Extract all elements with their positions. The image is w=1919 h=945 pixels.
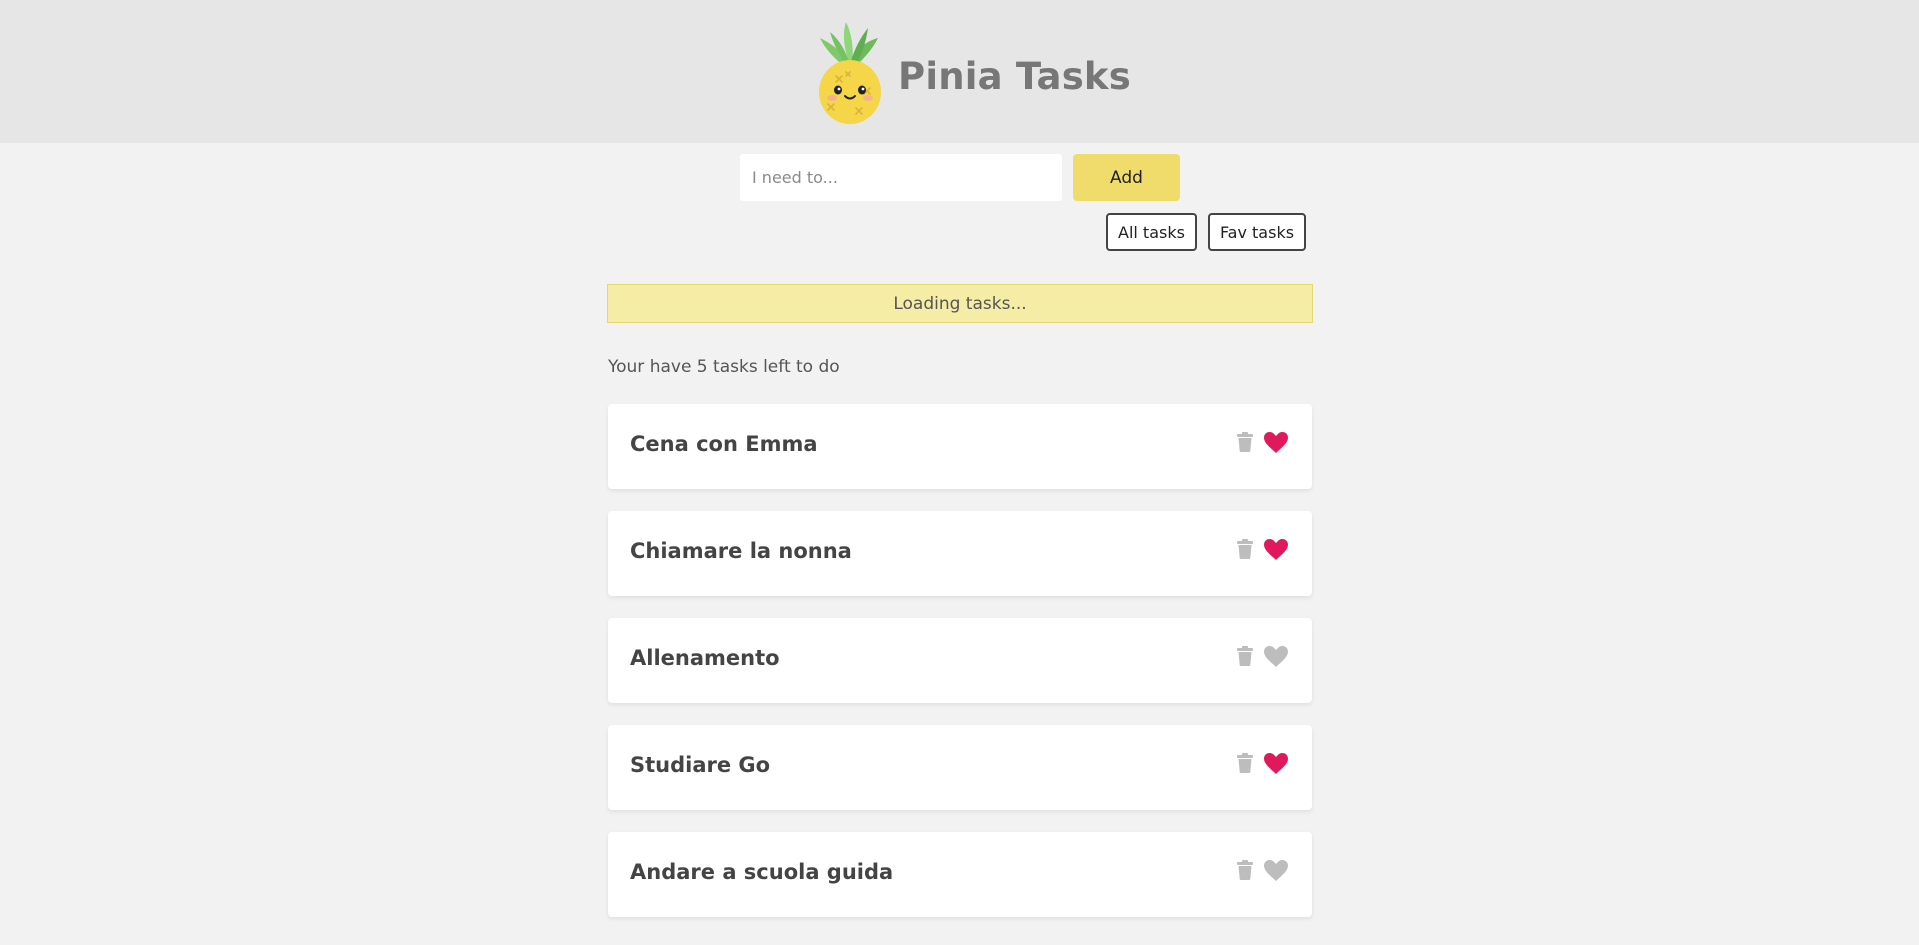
- task-actions: [1231, 430, 1290, 454]
- task-title: Cena con Emma: [630, 432, 818, 456]
- task-title: Andare a scuola guida: [630, 860, 894, 884]
- task-list: Cena con Emma Chiamare la nonna Allename…: [608, 404, 1312, 939]
- task-actions: [1231, 644, 1290, 668]
- loading-banner: Loading tasks...: [607, 284, 1313, 323]
- task-item: Cena con Emma: [608, 404, 1312, 489]
- trash-icon[interactable]: [1231, 858, 1259, 882]
- heart-icon[interactable]: [1262, 644, 1290, 668]
- task-title: Studiare Go: [630, 753, 771, 777]
- add-task-button[interactable]: Add: [1073, 154, 1180, 201]
- heart-icon[interactable]: [1262, 858, 1290, 882]
- task-item: Andare a scuola guida: [608, 832, 1312, 917]
- app-title: Pinia Tasks: [898, 54, 1131, 98]
- tasks-count: Your have 5 tasks left to do: [608, 357, 840, 377]
- trash-icon[interactable]: [1231, 430, 1259, 454]
- new-task-form: Add: [740, 154, 1180, 201]
- task-actions: [1231, 858, 1290, 882]
- trash-icon[interactable]: [1231, 644, 1259, 668]
- fav-tasks-button[interactable]: Fav tasks: [1207, 213, 1307, 251]
- all-tasks-button[interactable]: All tasks: [1106, 213, 1197, 251]
- heart-icon[interactable]: [1262, 537, 1290, 561]
- task-actions: [1231, 537, 1290, 561]
- heart-icon[interactable]: [1262, 430, 1290, 454]
- heart-icon[interactable]: [1262, 751, 1290, 775]
- task-title: Allenamento: [630, 646, 780, 670]
- task-filters: All tasks Fav tasks: [1106, 213, 1307, 251]
- trash-icon[interactable]: [1231, 751, 1259, 775]
- task-item: Studiare Go: [608, 725, 1312, 810]
- app-header: Pinia Tasks: [0, 0, 1919, 143]
- task-title: Chiamare la nonna: [630, 539, 852, 563]
- trash-icon[interactable]: [1231, 537, 1259, 561]
- task-item: Chiamare la nonna: [608, 511, 1312, 596]
- task-item: Allenamento: [608, 618, 1312, 703]
- task-actions: [1231, 751, 1290, 775]
- new-task-input[interactable]: [740, 154, 1062, 201]
- brand: Pinia Tasks: [816, 20, 1131, 124]
- pineapple-logo: [819, 22, 881, 124]
